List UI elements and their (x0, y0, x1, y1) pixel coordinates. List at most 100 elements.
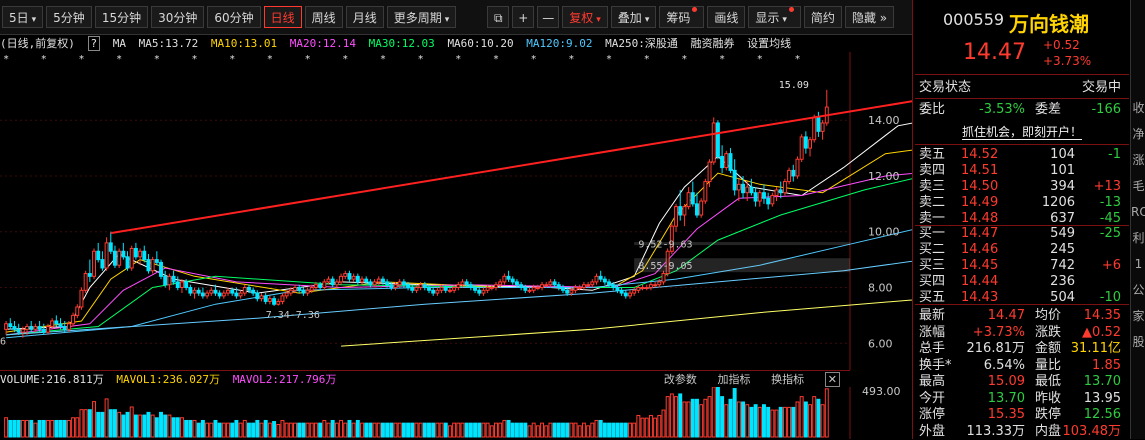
volume-bar (167, 414, 172, 438)
candle-body (762, 192, 766, 199)
side-tab[interactable]: RO (1131, 204, 1145, 220)
volume-bar (313, 422, 318, 438)
volume-bar (54, 419, 59, 438)
ma-label: MA (112, 37, 126, 50)
change-params-button[interactable]: 改参数 (664, 373, 697, 386)
volume-bar (753, 404, 758, 438)
margin-trading-link[interactable]: 融资融券 (691, 37, 735, 50)
candle-body (376, 278, 381, 283)
candle-body (129, 247, 134, 269)
event-marker: * (720, 54, 725, 65)
period-15min[interactable]: 15分钟 (94, 6, 149, 28)
volume-bar (364, 422, 369, 438)
side-tab[interactable]: 净 (1131, 126, 1145, 142)
bid-row[interactable]: 买二 14.46 245 (919, 242, 1125, 258)
set-ma-button[interactable]: 设置均线 (747, 37, 791, 50)
help-icon[interactable]: ? (87, 36, 101, 51)
volume-bar (607, 422, 612, 438)
zone2-label: 8.55-9.05 (638, 261, 692, 272)
volume-bar (506, 419, 511, 438)
ask-row[interactable]: 卖二 14.49 1206 -13 (919, 195, 1125, 211)
add-indicator-button[interactable]: 加指标 (718, 373, 751, 386)
side-tab[interactable]: 利 (1131, 230, 1145, 246)
switch-indicator-button[interactable]: 换指标 (771, 373, 804, 386)
ask-row[interactable]: 卖五 14.52 104 -1 (919, 147, 1125, 163)
period-60min[interactable]: 60分钟 (207, 6, 261, 28)
bid-volume: 549 (1050, 226, 1075, 241)
fuquan-button[interactable]: 复权 ▾ (562, 6, 608, 28)
volume-bar (418, 422, 423, 438)
volume-bar (535, 425, 540, 438)
open-account-promo[interactable]: 抓住机会，即刻开户！ (915, 123, 1129, 141)
candlestick-chart[interactable]: 15.09 9.52-9.63 8.55-9.05 7.34-7.36 6 * * * * * * *… (0, 52, 912, 370)
period-daily[interactable]: 日线 (263, 6, 302, 28)
candle-body (728, 153, 733, 171)
candle-body (288, 289, 293, 294)
candle-body (803, 136, 808, 149)
event-marker: * (418, 54, 423, 65)
period-5day[interactable]: 5日 ▾ (2, 6, 44, 28)
volume-bar (154, 417, 159, 438)
volume-bar (209, 422, 214, 438)
candle-body (79, 289, 84, 308)
side-tab[interactable]: 公 (1131, 282, 1145, 298)
side-tab[interactable]: 涨 (1131, 152, 1145, 168)
hide-panel-button[interactable]: 隐藏 » (844, 6, 895, 28)
overlay-button[interactable]: 叠加 ▾ (610, 6, 657, 28)
volume-bar (485, 422, 490, 438)
period-monthly[interactable]: 月线 (345, 6, 384, 28)
candle-body (284, 292, 289, 297)
period-30min[interactable]: 30分钟 (151, 6, 205, 28)
candle-body (4, 323, 9, 330)
volume-y-tick: 493.00 (862, 387, 901, 398)
display-button[interactable]: 显示 ▾ (748, 6, 801, 28)
volume-bar (514, 422, 519, 438)
stock-name: 万向钱潮 (1009, 12, 1089, 36)
candle-body (686, 192, 691, 208)
bid-price: 14.46 (961, 242, 999, 257)
stat-label: 均价 (1035, 308, 1062, 323)
volume-chart[interactable]: 493.00 (0, 387, 912, 439)
period-more[interactable]: 更多周期 ▾ (386, 6, 457, 28)
event-marker: * (4, 54, 9, 65)
side-tab[interactable]: 1 (1131, 256, 1145, 272)
ask-level-label: 卖四 (919, 163, 946, 178)
volume-bar (782, 406, 787, 438)
volume-bar (75, 417, 80, 438)
ask-row[interactable]: 卖三 14.50 394 +13 (919, 179, 1125, 195)
ask-row[interactable]: 卖四 14.51 101 (919, 163, 1125, 179)
bid-price: 14.45 (961, 258, 999, 273)
candle-body (494, 284, 498, 288)
draw-line-button[interactable]: 画线 (707, 6, 746, 28)
volume-bar (213, 419, 218, 438)
candle-body (611, 284, 616, 288)
bid-row[interactable]: 买一 14.47 549 -25 (919, 226, 1125, 242)
zoom-in-button[interactable]: + (512, 6, 535, 28)
bid-row[interactable]: 买四 14.44 236 (919, 274, 1125, 290)
chouma-button[interactable]: 筹码 (659, 6, 705, 28)
candle-body (619, 289, 624, 294)
side-tab[interactable]: 收 (1131, 100, 1145, 116)
side-tab[interactable]: 家 (1131, 308, 1145, 324)
notification-dot (788, 7, 794, 12)
volume-bar (8, 419, 13, 438)
candle-body (443, 287, 448, 291)
notification-dot (692, 7, 698, 12)
period-5min[interactable]: 5分钟 (46, 6, 92, 28)
zoom-out-button[interactable]: — (537, 6, 560, 28)
side-tab[interactable]: 毛 (1131, 178, 1145, 194)
stat-label: 金额 (1035, 341, 1062, 356)
close-icon[interactable]: ✕ (824, 372, 840, 387)
candle-body (100, 259, 105, 269)
candle-body (259, 295, 264, 300)
bid-row[interactable]: 买三 14.45 742 +6 (919, 258, 1125, 274)
volume-bar (481, 422, 486, 438)
copy-icon[interactable]: ⧉ (487, 6, 510, 28)
side-tab[interactable]: 股 (1131, 334, 1145, 350)
y-tick-label: 10.00 (868, 226, 900, 239)
simple-mode-button[interactable]: 简约 (803, 6, 842, 28)
period-weekly[interactable]: 周线 (304, 6, 343, 28)
candle-body (623, 292, 628, 297)
volume-bar (205, 422, 210, 438)
volume-bar (234, 419, 239, 438)
